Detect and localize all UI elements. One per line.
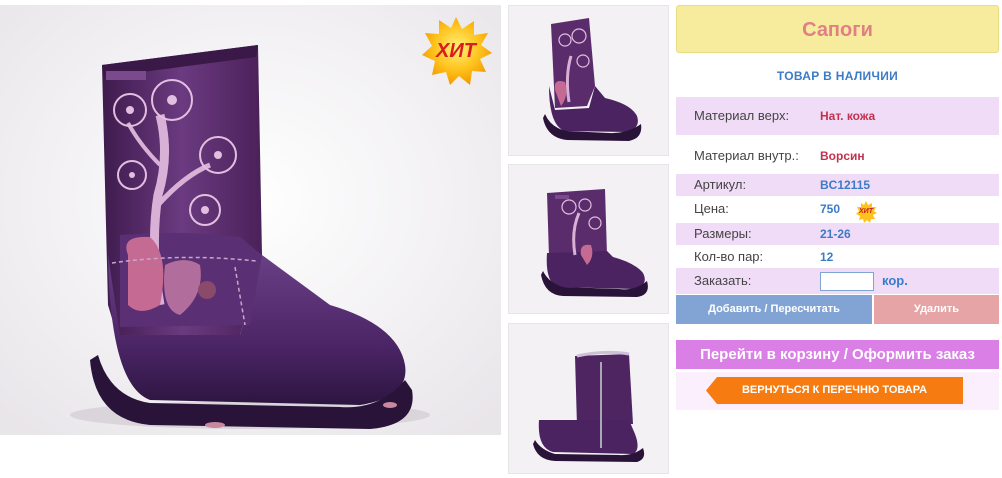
- spec-row-pairs: Кол-во пар: 12: [676, 246, 999, 268]
- order-label: Заказать:: [694, 273, 752, 288]
- spec-value: BC12115: [820, 178, 871, 192]
- back-to-list-button[interactable]: ВЕРНУТЬСЯ К ПЕРЕЧНЮ ТОВАРА: [706, 377, 963, 404]
- delete-button[interactable]: Удалить: [874, 295, 999, 324]
- spec-row-material-inner: Материал внутр.: Ворсин: [676, 137, 999, 173]
- stock-status: ТОВАР В НАЛИЧИИ: [776, 69, 899, 83]
- price-value: 750: [820, 202, 841, 216]
- spec-label: Кол-во пар:: [694, 249, 764, 264]
- add-recalculate-button[interactable]: Добавить / Пересчитать: [676, 295, 872, 324]
- order-row: Заказать: кор.: [676, 268, 999, 294]
- hit-badge-label: ХИТ: [436, 40, 476, 62]
- spec-value: 12: [820, 250, 834, 264]
- quantity-input[interactable]: [820, 272, 874, 291]
- spec-label: Цена:: [694, 201, 729, 216]
- price-hit-label: ХИТ: [859, 208, 873, 215]
- back-button-container: ВЕРНУТЬСЯ К ПЕРЕЧНЮ ТОВАРА: [676, 372, 999, 410]
- order-unit: кор.: [882, 273, 908, 288]
- product-title: Сапоги: [676, 5, 999, 53]
- thumbnail-2[interactable]: [508, 164, 669, 314]
- spec-label: Артикул:: [694, 177, 747, 192]
- go-to-cart-button[interactable]: Перейти в корзину / Оформить заказ: [676, 340, 999, 369]
- spec-row-article: Артикул: BC12115: [676, 174, 999, 196]
- boot-thumbnail-front: [509, 6, 668, 155]
- spec-value: Нат. кожа: [820, 109, 876, 123]
- hit-badge: ХИТ: [419, 15, 493, 87]
- thumbnail-3[interactable]: [508, 323, 669, 474]
- boot-thumbnail-inner: [509, 324, 668, 473]
- spec-label: Материал внутр.:: [694, 148, 799, 163]
- spec-value: 21-26: [820, 227, 851, 241]
- boot-thumbnail-side: [509, 165, 668, 313]
- thumbnail-1[interactable]: [508, 5, 669, 156]
- price-hit-badge: ХИТ: [855, 201, 877, 223]
- spec-row-sizes: Размеры: 21-26: [676, 223, 999, 245]
- spec-row-material-top: Материал верх: Нат. кожа: [676, 97, 999, 135]
- spec-label: Размеры:: [694, 226, 752, 241]
- spec-row-price: Цена: 750 ХИТ: [676, 197, 999, 223]
- spec-label: Материал верх:: [694, 108, 790, 123]
- spec-value: Ворсин: [820, 149, 865, 163]
